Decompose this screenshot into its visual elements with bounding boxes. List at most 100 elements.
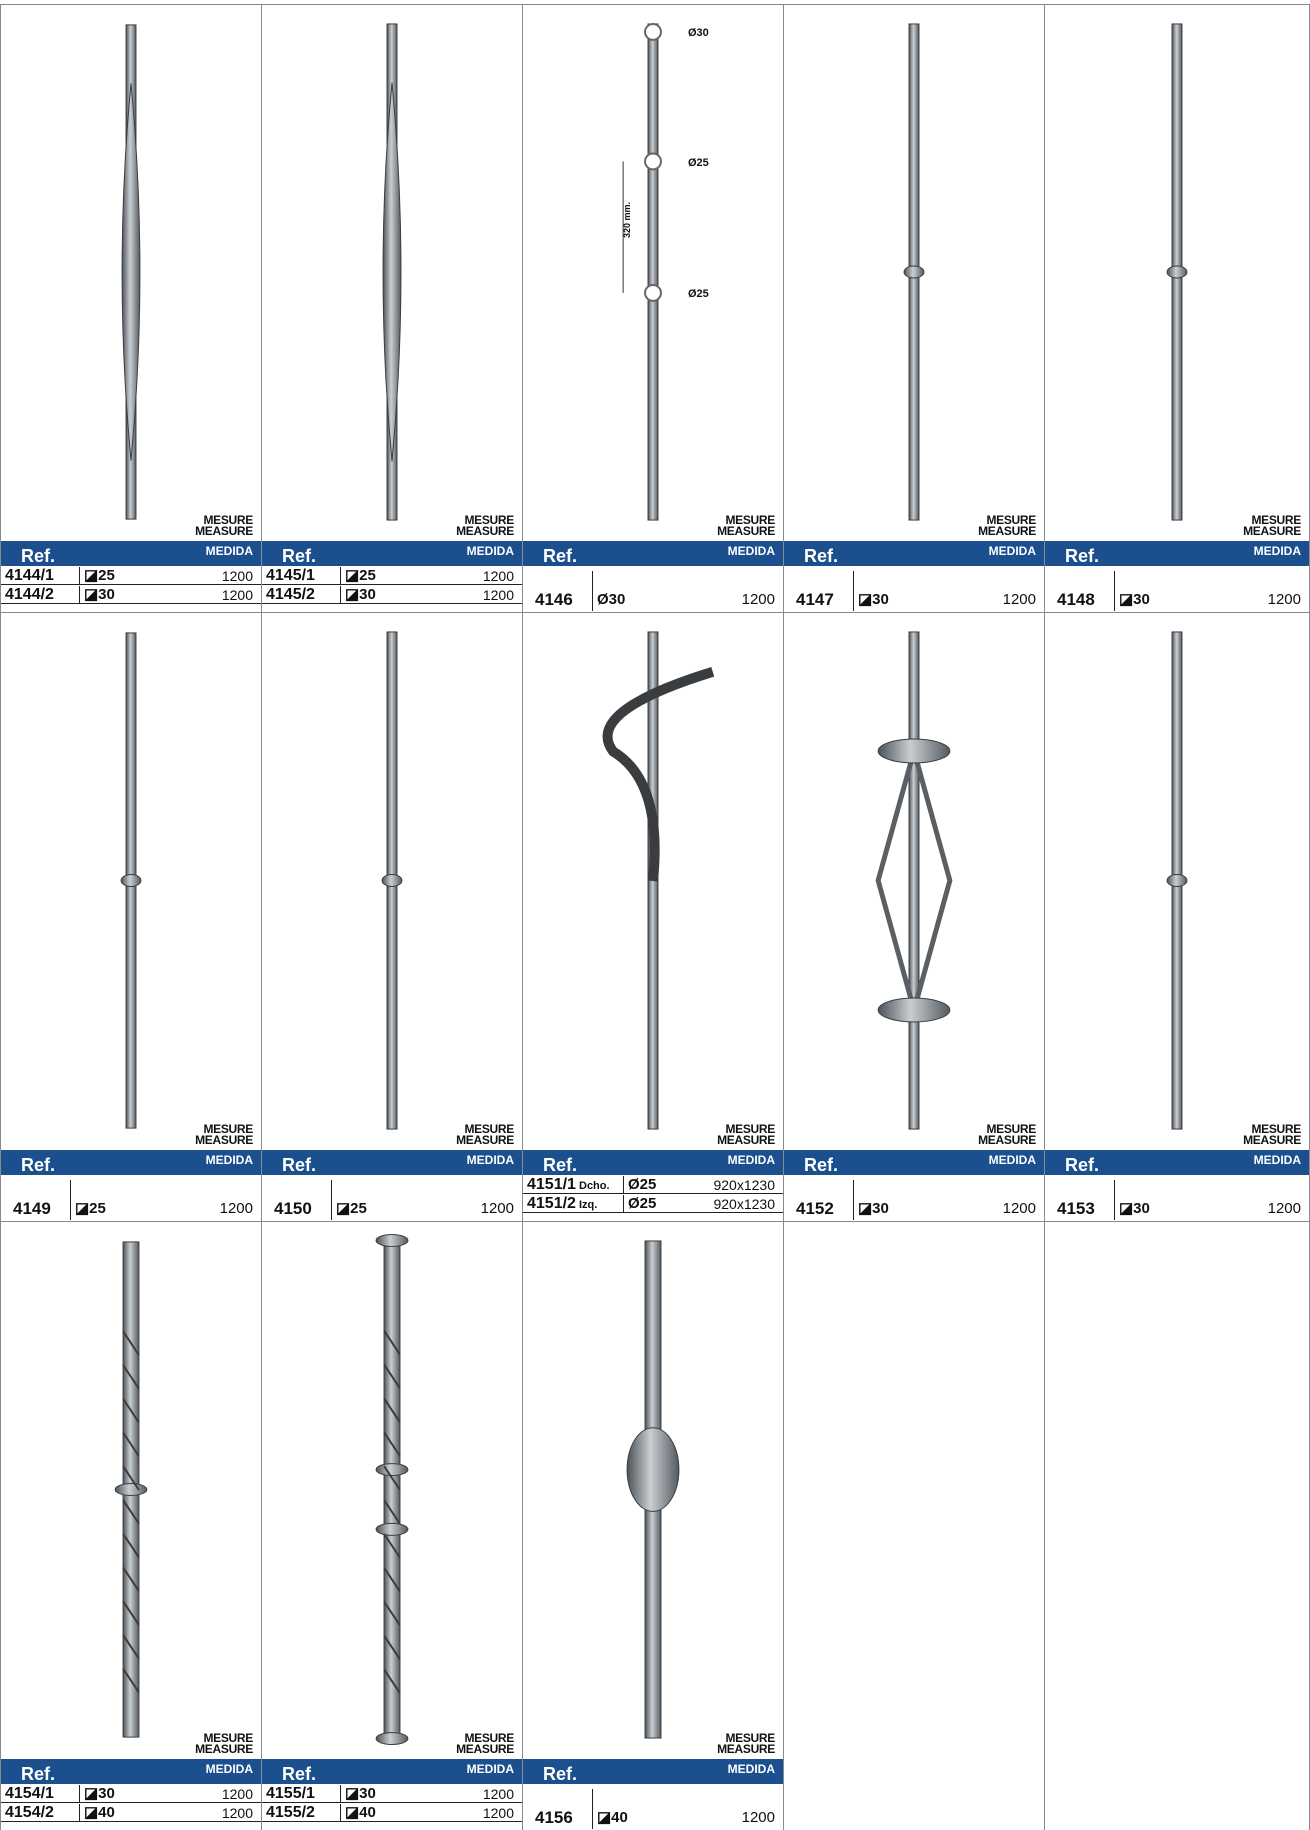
baluster-image bbox=[784, 5, 1044, 541]
ref-header: Ref. MEDIDA bbox=[1, 1759, 261, 1784]
ref-header: Ref. MEDIDA bbox=[784, 541, 1044, 566]
baluster-image bbox=[1, 613, 261, 1150]
section-size: ◪30 bbox=[1114, 1180, 1150, 1220]
ref-rows: 4152 ◪30 1200 bbox=[784, 1176, 1044, 1221]
ref-header: Ref. MEDIDA bbox=[1045, 1150, 1309, 1175]
ref-row: 4150 ◪25 1200 bbox=[262, 1180, 522, 1220]
measure-value: 1200 bbox=[741, 591, 775, 608]
empty-cell bbox=[784, 1221, 1045, 1830]
baluster-image bbox=[523, 5, 783, 541]
baluster-drawing bbox=[903, 23, 925, 521]
ref-code: 4152 bbox=[796, 1199, 834, 1218]
measure-value: 1200 bbox=[482, 1805, 514, 1821]
ref-rows: 4156 ◪40 1200 bbox=[523, 1785, 783, 1830]
ref-label: Ref. bbox=[543, 1764, 578, 1784]
baluster-image bbox=[784, 613, 1044, 1150]
ref-label: Ref. bbox=[282, 1764, 317, 1784]
measure-text: MEASURE bbox=[978, 524, 1036, 538]
ref-rows: 4154/1 ◪30 1200 4154/2 ◪40 1200 bbox=[1, 1785, 261, 1830]
ref-code: 4147 bbox=[796, 590, 834, 609]
ref-label: Ref. bbox=[543, 546, 578, 566]
ref-label: Ref. bbox=[1065, 1155, 1100, 1175]
product-cell: MESURE MEASURE Ref. MEDIDA 4152 ◪30 1200 bbox=[784, 612, 1045, 1221]
product-cell: MESURE MEASURE Ref. MEDIDA 4154/1 ◪30 1200 4154… bbox=[0, 1221, 262, 1830]
product-cell: MESURE MEASURE Ref. MEDIDA 4149 ◪25 1200 bbox=[0, 612, 262, 1221]
section-size: ◪30 bbox=[853, 571, 889, 611]
measure-text: MEASURE bbox=[978, 1133, 1036, 1147]
ref-row: 4156 ◪40 1200 bbox=[523, 1789, 783, 1829]
baluster-image bbox=[523, 1222, 783, 1759]
product-cell: MESURE MEASURE Ref. MEDIDA 4153 ◪30 1200 bbox=[1045, 612, 1310, 1221]
ref-row: 4145/1 ◪25 1200 bbox=[262, 567, 522, 585]
ref-rows: 4146 Ø30 1200 bbox=[523, 567, 783, 612]
medida-label: MEDIDA bbox=[466, 544, 514, 558]
dimension-label: Ø25 bbox=[688, 288, 709, 300]
baluster-drawing bbox=[622, 22, 662, 521]
measure-text: MEASURE bbox=[456, 1133, 514, 1147]
dimension-label: Ø30 bbox=[688, 27, 709, 39]
medida-label: MEDIDA bbox=[727, 1153, 775, 1167]
baluster-drawing bbox=[375, 1233, 409, 1746]
ref-code: 4155/1 bbox=[266, 1785, 315, 1802]
baluster-drawing bbox=[875, 631, 953, 1130]
product-cell: MESURE MEASURE Ref. MEDIDA 4148 ◪30 1200 bbox=[1045, 4, 1310, 612]
ref-row: 4148 ◪30 1200 bbox=[1045, 571, 1309, 611]
baluster-image bbox=[1045, 613, 1309, 1150]
ref-code: 4154/2 bbox=[5, 1804, 54, 1821]
ref-code: 4148 bbox=[1057, 590, 1095, 609]
product-cell: MESURE MEASURE Ref. MEDIDA 4150 ◪25 1200 bbox=[262, 612, 523, 1221]
medida-label: MEDIDA bbox=[205, 544, 253, 558]
mesure-label: MESURE MEASURE bbox=[717, 514, 775, 537]
ref-label: Ref. bbox=[21, 1764, 56, 1784]
measure-text: MEASURE bbox=[1243, 524, 1301, 538]
baluster-image bbox=[1045, 5, 1309, 541]
ref-direction: Dcho. bbox=[575, 1180, 610, 1192]
ref-row: 4155/2 ◪40 1200 bbox=[262, 1804, 522, 1822]
ref-rows: 4149 ◪25 1200 bbox=[1, 1176, 261, 1221]
mesure-label: MESURE MEASURE bbox=[195, 1123, 253, 1146]
mesure-label: MESURE MEASURE bbox=[456, 1123, 514, 1147]
ref-code: 4154/1 bbox=[5, 1785, 54, 1802]
section-size: ◪30 bbox=[1114, 571, 1150, 611]
ref-header: Ref. MEDIDA bbox=[1045, 541, 1309, 566]
ref-row: 4147 ◪30 1200 bbox=[784, 571, 1044, 611]
ref-label: Ref. bbox=[282, 1155, 317, 1175]
ref-label: Ref. bbox=[804, 1155, 839, 1175]
measure-value: 1200 bbox=[741, 1809, 775, 1826]
section-size: Ø25 bbox=[623, 1195, 656, 1213]
product-cell: MESURE MEASURE Ref. MEDIDA 4147 ◪30 1200 bbox=[784, 4, 1045, 612]
section-size: ◪30 bbox=[340, 586, 376, 604]
ref-header: Ref. MEDIDA bbox=[523, 1150, 783, 1175]
mesure-label: MESURE MEASURE bbox=[195, 514, 253, 538]
medida-label: MEDIDA bbox=[988, 544, 1036, 558]
baluster-image bbox=[1, 1222, 261, 1759]
measure-text: MEASURE bbox=[195, 1742, 253, 1756]
product-cell: MESURE MEASURE Ref. MEDIDA 4155/1 ◪30 1200 4155… bbox=[262, 1221, 523, 1830]
mesure-label: MESURE MEASURE bbox=[978, 1123, 1036, 1147]
ref-row: 4151/2 Izq. Ø25 920x1230 bbox=[523, 1195, 783, 1213]
ref-code: 4146 bbox=[535, 590, 573, 609]
ref-row: 4144/1 ◪25 1200 bbox=[1, 567, 261, 585]
product-cell: MESURE MEASURE Ref. MEDIDA 4145/1 ◪25 1200 4145… bbox=[262, 4, 523, 612]
ref-header: Ref. MEDIDA bbox=[262, 541, 522, 566]
section-size: ◪40 bbox=[79, 1804, 115, 1822]
section-size: ◪25 bbox=[331, 1180, 367, 1220]
measure-value: 1200 bbox=[219, 1200, 253, 1217]
measure-text: MEASURE bbox=[195, 524, 253, 538]
mesure-label: MESURE MEASURE bbox=[717, 1123, 775, 1146]
baluster-image bbox=[262, 613, 522, 1150]
medida-label: MEDIDA bbox=[727, 544, 775, 558]
measure-value: 1200 bbox=[221, 1805, 253, 1821]
catalog-sheet: MESURE MEASURE Ref. MEDIDA 4144/1 ◪25 1200 4144… bbox=[0, 0, 1310, 1830]
product-cell: MESURE MEASURE Ref. MEDIDA 4144/1 ◪25 1200 4144… bbox=[0, 4, 262, 612]
ref-rows: 4147 ◪30 1200 bbox=[784, 567, 1044, 612]
ref-rows: 4150 ◪25 1200 bbox=[262, 1176, 522, 1221]
ref-label: Ref. bbox=[804, 546, 839, 566]
section-size: Ø30 bbox=[592, 571, 625, 611]
ref-rows: 4144/1 ◪25 1200 4144/2 ◪30 1200 bbox=[1, 567, 261, 612]
medida-label: MEDIDA bbox=[466, 1153, 514, 1167]
baluster-image bbox=[262, 5, 522, 541]
ref-code: 4144/1 bbox=[5, 567, 54, 584]
mesure-label: MESURE MEASURE bbox=[195, 1732, 253, 1756]
measure-value: 920x1230 bbox=[713, 1196, 775, 1212]
